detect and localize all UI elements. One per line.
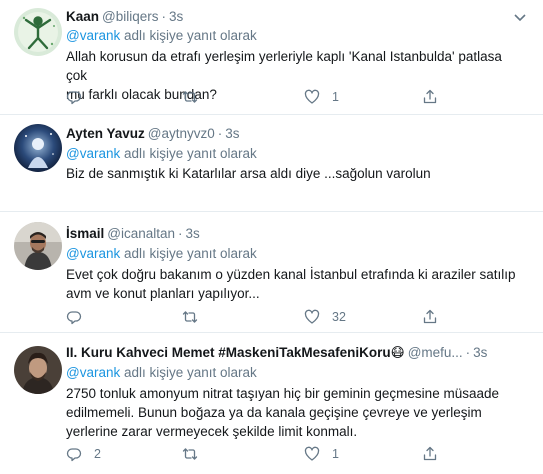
avatar-image [14, 222, 62, 270]
tweet[interactable]: Ayten Yavuz @aytnyvz0 · 3s @varank adlı kiş… [0, 115, 543, 212]
reply-context-text: adlı kişiye yanıt olarak [124, 146, 257, 161]
display-name[interactable]: Kaan [66, 9, 99, 24]
tweet-header: İsmail @icanaltan · 3s [66, 225, 531, 243]
display-name[interactable]: II. Kuru Kahveci Memet #MaskeniTakMesafe… [66, 345, 391, 360]
like-button[interactable]: 32 [304, 308, 346, 326]
like-count: 1 [332, 90, 339, 104]
reply-count: 2 [94, 447, 101, 461]
share-icon [423, 309, 437, 324]
tweet-header: Ayten Yavuz @aytnyvz0 · 3s [66, 125, 531, 143]
retweet-button[interactable] [182, 88, 210, 106]
share-button[interactable] [422, 445, 438, 463]
reply-button[interactable] [66, 308, 94, 326]
retweet-icon [182, 311, 198, 323]
reply-button[interactable]: 2 [66, 445, 101, 463]
tweet-text-line: Evet çok doğru bakanım o yüzden kanal İs… [66, 267, 516, 282]
tweet[interactable]: İsmail @icanaltan · 3s @varank adlı kişiye … [0, 212, 543, 333]
reply-mention-link[interactable]: @varank [66, 365, 120, 380]
timestamp[interactable]: 3s [186, 226, 200, 241]
tweet-text-line: Allah korusun da etrafı yerleşim yerleri… [66, 49, 502, 83]
reply-context-text: adlı kişiye yanıt olarak [124, 246, 257, 261]
tweet[interactable]: II. Kuru Kahveci Memet #MaskeniTakMesafe… [0, 333, 543, 474]
share-button[interactable] [422, 88, 438, 106]
like-icon [304, 446, 320, 461]
tweet-text-line: Biz de sanmıştık ki Katarlılar arsa aldı… [66, 166, 431, 181]
reply-button[interactable] [66, 88, 94, 106]
like-icon [304, 89, 320, 104]
avatar[interactable] [14, 346, 62, 394]
separator-dot: · [161, 9, 167, 24]
tweet-text-line: 2750 tonluk amonyum nitrat taşıyan hiç b… [66, 386, 499, 401]
mask-emoji-icon: 😷 [390, 345, 405, 361]
tweet-text: Evet çok doğru bakanım o yüzden kanal İs… [66, 265, 521, 303]
share-icon [423, 89, 437, 104]
reply-mention-link[interactable]: @varank [66, 246, 120, 261]
avatar-image [14, 8, 62, 56]
display-name[interactable]: İsmail [66, 226, 104, 241]
retweet-icon [182, 448, 198, 460]
timestamp[interactable]: 3s [225, 126, 239, 141]
reply-context: @varank adlı kişiye yanıt olarak [66, 27, 257, 45]
avatar[interactable] [14, 222, 62, 270]
like-count: 32 [332, 310, 346, 324]
tweet-actions: 32 [66, 308, 437, 326]
like-button[interactable]: 1 [304, 445, 339, 463]
tweet-text-line: avm ve konut planları yapılıyor... [66, 286, 260, 301]
user-handle[interactable]: @biliqers [102, 9, 158, 24]
timestamp[interactable]: 3s [473, 345, 487, 360]
user-handle[interactable]: @icanaltan [107, 226, 175, 241]
avatar[interactable] [14, 8, 62, 56]
reply-icon [66, 91, 82, 105]
reply-context: @varank adlı kişiye yanıt olarak [66, 245, 257, 263]
reply-context: @varank adlı kişiye yanıt olarak [66, 145, 257, 163]
tweet-actions: 2 1 [66, 445, 437, 463]
reply-icon [66, 311, 82, 325]
tweet-header: II. Kuru Kahveci Memet #MaskeniTakMesafe… [66, 344, 531, 362]
reply-context-text: adlı kişiye yanıt olarak [124, 365, 257, 380]
display-name[interactable]: Ayten Yavuz [66, 126, 145, 141]
reply-context-text: adlı kişiye yanıt olarak [124, 28, 257, 43]
user-handle[interactable]: @aytnyvz0 [148, 126, 215, 141]
reply-mention-link[interactable]: @varank [66, 28, 120, 43]
avatar-image [14, 346, 62, 394]
retweet-button[interactable] [182, 445, 210, 463]
reply-mention-link[interactable]: @varank [66, 146, 120, 161]
separator-dot: · [178, 226, 183, 241]
tweet-actions: 1 [66, 88, 437, 106]
tweet-text: Biz de sanmıştık ki Katarlılar arsa aldı… [66, 164, 521, 183]
retweet-button[interactable] [182, 308, 210, 326]
like-count: 1 [332, 447, 339, 461]
tweet-text: 2750 tonluk amonyum nitrat taşıyan hiç b… [66, 384, 521, 441]
chevron-down-icon[interactable] [513, 13, 527, 23]
like-icon [304, 309, 320, 324]
retweet-icon [182, 91, 198, 103]
user-handle[interactable]: @mefu... [408, 345, 463, 360]
like-button[interactable]: 1 [304, 88, 339, 106]
timestamp[interactable]: 3s [169, 9, 183, 24]
tweet-header: Kaan @biliqers · 3s [66, 8, 531, 26]
share-button[interactable] [422, 308, 438, 326]
tweet[interactable]: Kaan @biliqers · 3s @varank adlı kişiye yan… [0, 0, 543, 115]
tweet-text-line: edilmemeli. Bunun boğaza ya da kanala ge… [66, 405, 482, 420]
reply-icon [66, 448, 82, 462]
tweet-text-line: yerlerine zarar vermeyecek şekilde limit… [66, 424, 358, 439]
reply-context: @varank adlı kişiye yanıt olarak [66, 364, 257, 382]
avatar[interactable] [14, 124, 62, 172]
avatar-image [14, 124, 62, 172]
separator-dot: · [217, 126, 223, 141]
share-icon [423, 446, 437, 461]
separator-dot: · [465, 345, 471, 360]
